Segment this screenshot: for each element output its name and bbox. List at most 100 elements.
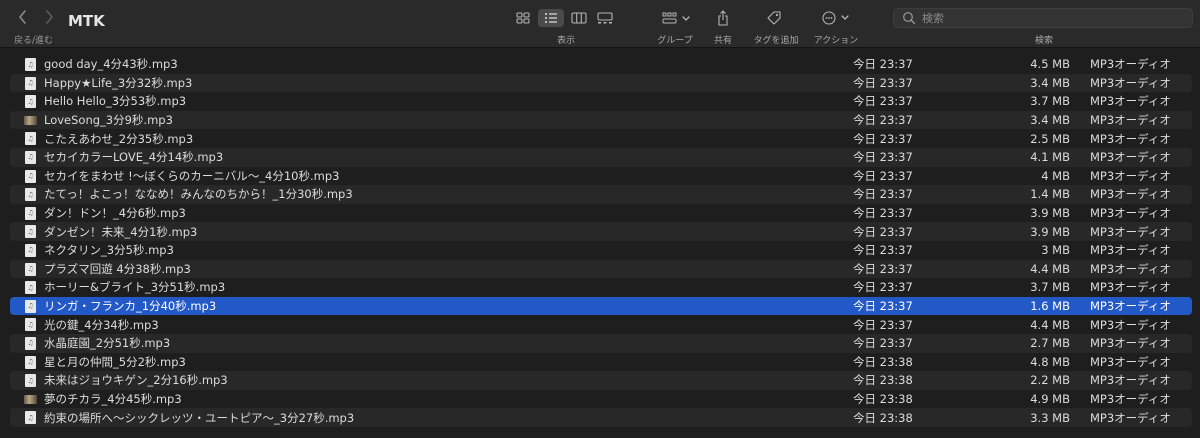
file-name[interactable]: ダンゼン！未来_4分1秒.mp3 xyxy=(44,224,197,240)
file-row[interactable]: ♫ たてっ！よこっ！ななめ！みんなのちから！_1分30秒.mp3 今日 23:37 1… xyxy=(10,185,1192,204)
file-name[interactable]: セカイをまわせ !〜ぼくらのカーニバル〜_4分10秒.mp3 xyxy=(44,168,339,184)
chevron-left-icon xyxy=(19,10,26,24)
file-kind: MP3オーディオ xyxy=(1090,150,1171,165)
file-date: 今日 23:37 xyxy=(853,280,913,295)
file-size: 3.7 MB xyxy=(1030,94,1070,109)
file-name[interactable]: 光の鍵_4分34秒.mp3 xyxy=(44,317,159,333)
file-size: 3.7 MB xyxy=(1030,280,1070,295)
file-kind: MP3オーディオ xyxy=(1090,299,1171,314)
file-size: 4.5 MB xyxy=(1030,57,1070,72)
file-date: 今日 23:37 xyxy=(853,75,913,90)
file-row[interactable]: ♫ good day_4分43秒.mp3 今日 23:37 4.5 MB MP3オーディ… xyxy=(10,55,1192,74)
album-art-icon xyxy=(24,115,37,125)
list-view-icon xyxy=(545,13,557,23)
search-field[interactable] xyxy=(893,8,1193,28)
audio-file-icon: ♫ xyxy=(25,374,36,388)
file-name[interactable]: ダン！ドン！_4分6秒.mp3 xyxy=(44,205,186,221)
file-name[interactable]: たてっ！よこっ！ななめ！みんなのちから！_1分30秒.mp3 xyxy=(44,186,353,202)
file-size: 4.4 MB xyxy=(1030,261,1070,276)
file-size: 4 MB xyxy=(1041,168,1070,183)
file-date: 今日 23:37 xyxy=(853,317,913,332)
file-date: 今日 23:37 xyxy=(853,299,913,314)
column-view-button[interactable] xyxy=(568,9,590,27)
audio-file-icon: ♫ xyxy=(25,188,36,202)
file-size: 4.9 MB xyxy=(1030,391,1070,406)
file-row[interactable]: ♫ 水晶庭園_2分51秒.mp3 今日 23:37 2.7 MB MP3オーディオ xyxy=(10,333,1192,353)
file-name[interactable]: プラズマ回遊 4分38秒.mp3 xyxy=(44,261,191,277)
file-name[interactable]: Hello Hello_3分53秒.mp3 xyxy=(44,93,186,109)
forward-button[interactable] xyxy=(40,8,58,26)
audio-file-icon: ♫ xyxy=(25,58,36,71)
file-kind: MP3オーディオ xyxy=(1090,187,1171,202)
file-row[interactable]: ♫ ダン！ドン！_4分6秒.mp3 今日 23:37 3.9 MB MP3オーディオ xyxy=(10,204,1192,223)
file-row[interactable]: ♫ ネクタリン_3分5秒.mp3 今日 23:37 3 MB MP3オーディオ xyxy=(10,241,1192,260)
file-row[interactable]: ♫ Hello Hello_3分53秒.mp3 今日 23:37 3.7 MB MP3オ… xyxy=(10,92,1192,111)
file-row[interactable]: ♫ 約束の場所へ〜シックレッツ・ユートピア〜_3分27秒.mp3 今日 23:38 3… xyxy=(10,408,1192,427)
file-name[interactable]: 水晶庭園_2分51秒.mp3 xyxy=(44,335,170,351)
back-button[interactable] xyxy=(14,8,32,26)
audio-file-icon: ♫ xyxy=(25,225,36,239)
toolbar: 戻る/進む MTK 表示 グループ 共有 タグを追加 アクション 検索 検索 xyxy=(0,0,1200,48)
file-name[interactable]: LoveSong_3分9秒.mp3 xyxy=(44,112,173,128)
file-row[interactable]: 夢のチカラ_4分45秒.mp3 今日 23:38 4.9 MB MP3オーディオ xyxy=(10,390,1192,409)
file-name[interactable]: リンガ・フランカ_1分40秒.mp3 xyxy=(44,298,216,314)
file-size: 2.5 MB xyxy=(1030,131,1070,146)
tag-button[interactable] xyxy=(766,9,782,27)
icon-view-icon xyxy=(516,12,530,24)
file-date: 今日 23:37 xyxy=(853,113,913,128)
file-row[interactable]: ♫ セカイをまわせ !〜ぼくらのカーニバル〜_4分10秒.mp3 今日 23:37 4… xyxy=(10,167,1192,186)
file-size: 3.9 MB xyxy=(1030,224,1070,239)
file-row[interactable]: ♫ ホーリー&ブライト_3分51秒.mp3 今日 23:37 3.7 MB MP3オーデ… xyxy=(10,278,1192,297)
file-row[interactable]: ♫ セカイカラーLOVE_4分14秒.mp3 今日 23:37 4.1 MB MP3オー… xyxy=(10,147,1192,167)
audio-file-icon: ♫ xyxy=(25,355,36,369)
file-name[interactable]: こたえあわせ_2分35秒.mp3 xyxy=(44,131,193,147)
file-kind: MP3オーディオ xyxy=(1090,391,1171,406)
file-name[interactable]: 夢のチカラ_4分45秒.mp3 xyxy=(44,391,182,407)
file-name[interactable]: 未来はジョウキゲン_2分16秒.mp3 xyxy=(44,372,228,388)
file-name[interactable]: ホーリー&ブライト_3分51秒.mp3 xyxy=(44,279,225,295)
icon-view-button[interactable] xyxy=(512,9,534,27)
file-size: 3.4 MB xyxy=(1030,75,1070,90)
audio-file-icon: ♫ xyxy=(25,299,36,313)
file-name[interactable]: 約束の場所へ〜シックレッツ・ユートピア〜_3分27秒.mp3 xyxy=(44,410,354,426)
file-kind: MP3オーディオ xyxy=(1090,224,1171,239)
share-icon xyxy=(718,10,728,26)
file-row[interactable]: ♫ プラズマ回遊 4分38秒.mp3 今日 23:37 4.4 MB MP3オーディオ xyxy=(10,259,1192,279)
file-row[interactable]: LoveSong_3分9秒.mp3 今日 23:37 3.4 MB MP3オーディオ xyxy=(10,110,1192,130)
audio-file-icon: ♫ xyxy=(25,206,36,220)
list-view-button[interactable] xyxy=(538,9,564,27)
file-name[interactable]: good day_4分43秒.mp3 xyxy=(44,56,178,72)
file-row[interactable]: ♫ Happy★Life_3分32秒.mp3 今日 23:37 3.4 MB MP3オー… xyxy=(10,73,1192,93)
file-size: 4.1 MB xyxy=(1030,150,1070,165)
file-size: 3 MB xyxy=(1041,243,1070,258)
file-name[interactable]: セカイカラーLOVE_4分14秒.mp3 xyxy=(44,149,223,165)
audio-file-icon: ♫ xyxy=(25,243,36,257)
file-list: ♫ good day_4分43秒.mp3 今日 23:37 4.5 MB MP3オーディ… xyxy=(0,55,1200,427)
nav-label: 戻る/進む xyxy=(14,36,54,46)
gallery-view-button[interactable] xyxy=(594,9,616,27)
file-date: 今日 23:37 xyxy=(853,168,913,183)
file-row[interactable]: ♫ 未来はジョウキゲン_2分16秒.mp3 今日 23:38 2.2 MB MP3オーデ… xyxy=(10,371,1192,390)
file-kind: MP3オーディオ xyxy=(1090,75,1171,90)
tag-icon xyxy=(767,11,781,25)
file-name[interactable]: 星と月の仲間_5分2秒.mp3 xyxy=(44,354,186,370)
group-button[interactable] xyxy=(662,9,692,27)
file-row-selected[interactable]: ♫ リンガ・フランカ_1分40秒.mp3 今日 23:37 1.6 MB MP3オーディ… xyxy=(10,296,1192,316)
action-icon xyxy=(822,11,849,25)
file-row[interactable]: ♫ 星と月の仲間_5分2秒.mp3 今日 23:38 4.8 MB MP3オーディオ xyxy=(10,353,1192,372)
file-name[interactable]: ネクタリン_3分5秒.mp3 xyxy=(44,242,174,258)
file-row[interactable]: ♫ 光の鍵_4分34秒.mp3 今日 23:37 4.4 MB MP3オーディオ xyxy=(10,315,1192,334)
file-kind: MP3オーディオ xyxy=(1090,354,1171,369)
share-button[interactable] xyxy=(716,9,730,27)
file-row[interactable]: ♫ ダンゼン！未来_4分1秒.mp3 今日 23:37 3.9 MB MP3オーディオ xyxy=(10,222,1192,241)
gallery-view-icon xyxy=(597,12,613,24)
action-button[interactable] xyxy=(822,9,852,27)
audio-file-icon: ♫ xyxy=(25,150,36,164)
file-kind: MP3オーディオ xyxy=(1090,317,1171,332)
search-input[interactable] xyxy=(922,11,1182,25)
group-icon xyxy=(662,12,690,24)
group-label: グループ xyxy=(657,36,693,46)
file-name[interactable]: Happy★Life_3分32秒.mp3 xyxy=(44,75,192,91)
file-row[interactable]: ♫ こたえあわせ_2分35秒.mp3 今日 23:37 2.5 MB MP3オーディオ xyxy=(10,129,1192,148)
file-size: 2.7 MB xyxy=(1030,336,1070,351)
